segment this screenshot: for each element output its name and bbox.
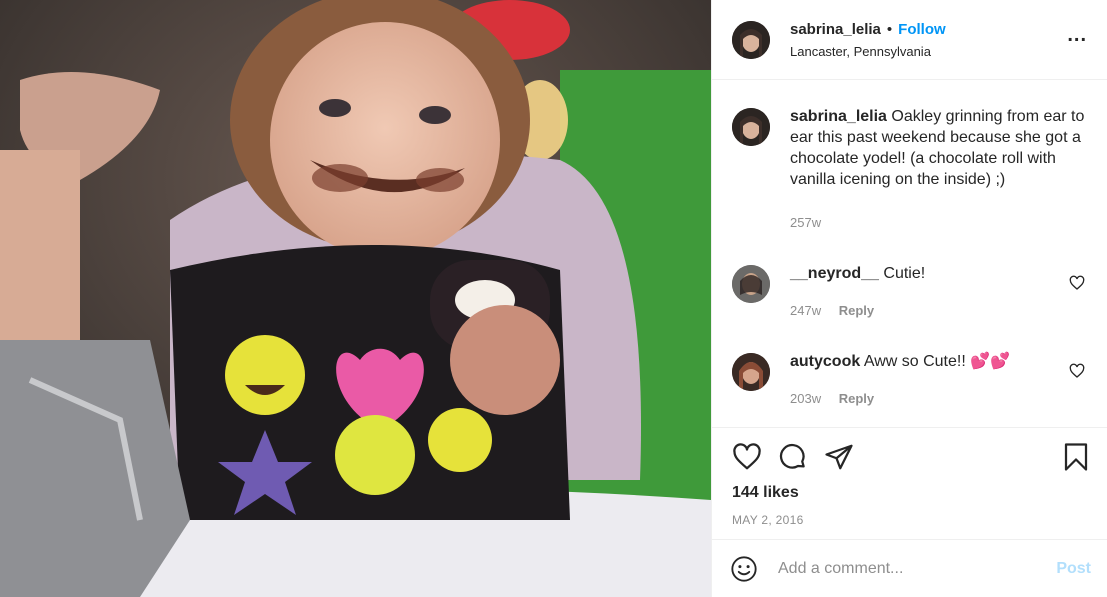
- two-hearts-emoji: 💕💕: [970, 353, 1011, 370]
- header-top: sabrina_lelia • Follow: [790, 21, 946, 38]
- avatar[interactable]: [732, 353, 770, 391]
- avatar-image: [732, 108, 770, 146]
- heart-outline-svg: [1069, 363, 1085, 378]
- add-comment-bar: Post: [712, 539, 1107, 597]
- more-options-icon[interactable]: ...: [1067, 24, 1087, 47]
- comment-text: Cutie!: [883, 265, 926, 282]
- bookmark-icon[interactable]: [1061, 442, 1091, 472]
- action-icons: [732, 440, 1091, 474]
- avatar-image: [732, 353, 770, 391]
- post-sidebar: sabrina_lelia • Follow Lancaster, Pennsy…: [711, 0, 1107, 597]
- comment-text: Aww so Cute!!: [863, 353, 971, 370]
- caption-meta: 257w: [790, 212, 1091, 233]
- comment-time[interactable]: 203w: [790, 391, 821, 406]
- avatar[interactable]: [732, 108, 770, 146]
- avatar-image: [732, 20, 770, 59]
- comment-body: autycook Aww so Cute!! 💕💕 203w Reply: [790, 351, 1091, 409]
- emoji-icon[interactable]: [730, 555, 758, 583]
- heart-outline-svg: [1069, 275, 1085, 290]
- caption-body: sabrina_lelia Oakley grinning from ear t…: [790, 106, 1091, 233]
- location-link[interactable]: Lancaster, Pennsylvania: [790, 44, 946, 59]
- likes-count[interactable]: 144 likes: [732, 484, 1091, 502]
- avatar-image: [732, 265, 770, 303]
- comment-username[interactable]: autycook: [790, 353, 860, 370]
- share-icon[interactable]: [824, 442, 854, 472]
- follow-button[interactable]: Follow: [898, 21, 946, 38]
- header-text: sabrina_lelia • Follow Lancaster, Pennsy…: [790, 21, 946, 59]
- comment-item: autycook Aww so Cute!! 💕💕 203w Reply: [732, 351, 1091, 409]
- username-link[interactable]: sabrina_lelia: [790, 21, 881, 38]
- post-photo[interactable]: [0, 0, 711, 597]
- caption-time[interactable]: 257w: [790, 215, 821, 230]
- comment-icon[interactable]: [778, 442, 808, 472]
- post-comment-button[interactable]: Post: [1056, 560, 1091, 578]
- reply-button[interactable]: Reply: [839, 391, 874, 406]
- like-comment-heart-icon[interactable]: [1069, 275, 1085, 296]
- comment-username[interactable]: __neyrod__: [790, 265, 879, 282]
- avatar[interactable]: [732, 265, 770, 303]
- comment-body: __neyrod__ Cutie! 247w Reply: [790, 263, 1091, 321]
- avatar[interactable]: [732, 20, 770, 59]
- share-icon-svg: [825, 444, 853, 470]
- reply-button[interactable]: Reply: [839, 303, 874, 318]
- comment-item: __neyrod__ Cutie! 247w Reply: [732, 263, 1091, 321]
- like-comment-heart-icon[interactable]: [1069, 363, 1085, 384]
- emoji-icon-svg: [731, 555, 757, 582]
- heart-icon-svg: [733, 443, 761, 470]
- comment-icon-svg: [779, 444, 805, 469]
- photo-illustration: [0, 0, 711, 597]
- comment-meta: 203w Reply: [790, 388, 1091, 409]
- comment-meta: 247w Reply: [790, 300, 1091, 321]
- comment-time[interactable]: 247w: [790, 303, 821, 318]
- post-container: sabrina_lelia • Follow Lancaster, Pennsy…: [0, 0, 1107, 597]
- comment-input[interactable]: [776, 558, 1057, 579]
- heart-icon[interactable]: [732, 442, 762, 472]
- caption: sabrina_lelia Oakley grinning from ear t…: [732, 80, 1091, 233]
- post-header: sabrina_lelia • Follow Lancaster, Pennsy…: [712, 0, 1107, 80]
- post-date[interactable]: MAY 2, 2016: [732, 513, 1091, 527]
- caption-username[interactable]: sabrina_lelia: [790, 108, 887, 125]
- bookmark-icon-svg: [1064, 443, 1088, 471]
- comments-list: sabrina_lelia Oakley grinning from ear t…: [712, 80, 1107, 427]
- post-actions: 144 likes MAY 2, 2016: [712, 427, 1107, 539]
- separator-dot: •: [886, 20, 893, 38]
